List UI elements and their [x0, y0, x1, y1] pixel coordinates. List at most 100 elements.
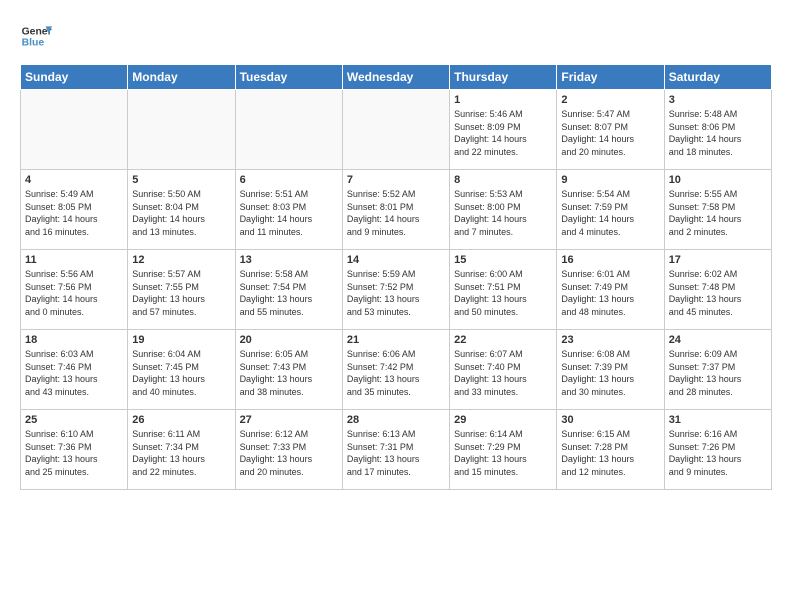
day-number: 3	[669, 94, 767, 106]
day-info: Sunrise: 5:47 AM Sunset: 8:07 PM Dayligh…	[561, 108, 659, 158]
day-info: Sunrise: 6:02 AM Sunset: 7:48 PM Dayligh…	[669, 268, 767, 318]
day-number: 16	[561, 254, 659, 266]
day-number: 7	[347, 174, 445, 186]
day-info: Sunrise: 6:06 AM Sunset: 7:42 PM Dayligh…	[347, 348, 445, 398]
calendar-cell: 18Sunrise: 6:03 AM Sunset: 7:46 PM Dayli…	[21, 330, 128, 410]
calendar-cell: 16 Sunrise: 6:01 AM Sunset: 7:49 PM Dayli…	[557, 250, 664, 330]
day-info: Sunrise: 6:04 AM Sunset: 7:45 PM Dayligh…	[132, 348, 230, 398]
day-number: 1	[454, 94, 552, 106]
day-info: Sunrise: 6:05 AM Sunset: 7:43 PM Dayligh…	[240, 348, 338, 398]
day-number: 30	[561, 414, 659, 426]
day-info: Sunrise: 5:57 AM Sunset: 7:55 PM Dayligh…	[132, 268, 230, 318]
day-number: 11	[25, 254, 123, 266]
day-number: 6	[240, 174, 338, 186]
day-info: Sunrise: 5:46 AM Sunset: 8:09 PM Dayligh…	[454, 108, 552, 158]
day-number: 14	[347, 254, 445, 266]
day-number: 9	[561, 174, 659, 186]
calendar-cell	[21, 90, 128, 170]
day-number: 19	[132, 334, 230, 346]
calendar-cell: 1 Sunrise: 5:46 AM Sunset: 8:09 PM Daylig…	[450, 90, 557, 170]
calendar-cell: 5 Sunrise: 5:50 AM Sunset: 8:04 PM Daylig…	[128, 170, 235, 250]
calendar-cell: 24Sunrise: 6:09 AM Sunset: 7:37 PM Dayli…	[664, 330, 771, 410]
day-info: Sunrise: 5:59 AM Sunset: 7:52 PM Dayligh…	[347, 268, 445, 318]
calendar-cell: 20 Sunrise: 6:05 AM Sunset: 7:43 PM Dayli…	[235, 330, 342, 410]
day-number: 12	[132, 254, 230, 266]
day-number: 31	[669, 414, 767, 426]
calendar-cell: 19 Sunrise: 6:04 AM Sunset: 7:45 PM Dayli…	[128, 330, 235, 410]
calendar-cell	[342, 90, 449, 170]
calendar-cell: 26 Sunrise: 6:11 AM Sunset: 7:34 PM Dayli…	[128, 410, 235, 490]
day-number: 23	[561, 334, 659, 346]
logo-icon: General Blue	[20, 20, 52, 52]
calendar-header-friday: Friday	[557, 65, 664, 90]
calendar-week-1: 1 Sunrise: 5:46 AM Sunset: 8:09 PM Daylig…	[21, 90, 772, 170]
calendar-table: SundayMondayTuesdayWednesdayThursdayFrid…	[20, 64, 772, 490]
day-info: Sunrise: 5:49 AM Sunset: 8:05 PM Dayligh…	[25, 188, 123, 238]
day-number: 21	[347, 334, 445, 346]
day-number: 22	[454, 334, 552, 346]
day-info: Sunrise: 6:08 AM Sunset: 7:39 PM Dayligh…	[561, 348, 659, 398]
day-info: Sunrise: 6:11 AM Sunset: 7:34 PM Dayligh…	[132, 428, 230, 478]
day-info: Sunrise: 5:51 AM Sunset: 8:03 PM Dayligh…	[240, 188, 338, 238]
day-number: 5	[132, 174, 230, 186]
calendar-cell: 12 Sunrise: 5:57 AM Sunset: 7:55 PM Dayli…	[128, 250, 235, 330]
calendar-cell: 29Sunrise: 6:14 AM Sunset: 7:29 PM Dayli…	[450, 410, 557, 490]
day-number: 28	[347, 414, 445, 426]
calendar-cell: 23 Sunrise: 6:08 AM Sunset: 7:39 PM Dayli…	[557, 330, 664, 410]
calendar-header-tuesday: Tuesday	[235, 65, 342, 90]
day-info: Sunrise: 6:15 AM Sunset: 7:28 PM Dayligh…	[561, 428, 659, 478]
day-number: 17	[669, 254, 767, 266]
calendar-week-3: 11 Sunrise: 5:56 AM Sunset: 7:56 PM Dayli…	[21, 250, 772, 330]
calendar-header-monday: Monday	[128, 65, 235, 90]
calendar-cell	[128, 90, 235, 170]
day-number: 29	[454, 414, 552, 426]
calendar-cell: 30 Sunrise: 6:15 AM Sunset: 7:28 PM Dayli…	[557, 410, 664, 490]
calendar-cell: 13 Sunrise: 5:58 AM Sunset: 7:54 PM Dayli…	[235, 250, 342, 330]
day-info: Sunrise: 5:48 AM Sunset: 8:06 PM Dayligh…	[669, 108, 767, 158]
calendar-week-4: 18Sunrise: 6:03 AM Sunset: 7:46 PM Dayli…	[21, 330, 772, 410]
day-number: 10	[669, 174, 767, 186]
day-number: 27	[240, 414, 338, 426]
calendar-week-2: 4 Sunrise: 5:49 AM Sunset: 8:05 PM Daylig…	[21, 170, 772, 250]
day-number: 13	[240, 254, 338, 266]
day-info: Sunrise: 6:13 AM Sunset: 7:31 PM Dayligh…	[347, 428, 445, 478]
day-info: Sunrise: 5:58 AM Sunset: 7:54 PM Dayligh…	[240, 268, 338, 318]
day-info: Sunrise: 6:01 AM Sunset: 7:49 PM Dayligh…	[561, 268, 659, 318]
day-info: Sunrise: 5:52 AM Sunset: 8:01 PM Dayligh…	[347, 188, 445, 238]
calendar-cell: 7 Sunrise: 5:52 AM Sunset: 8:01 PM Daylig…	[342, 170, 449, 250]
page-header: General Blue	[20, 20, 772, 52]
day-info: Sunrise: 6:00 AM Sunset: 7:51 PM Dayligh…	[454, 268, 552, 318]
day-info: Sunrise: 5:50 AM Sunset: 8:04 PM Dayligh…	[132, 188, 230, 238]
calendar-cell: 31Sunrise: 6:16 AM Sunset: 7:26 PM Dayli…	[664, 410, 771, 490]
calendar-cell: 3 Sunrise: 5:48 AM Sunset: 8:06 PM Daylig…	[664, 90, 771, 170]
day-number: 4	[25, 174, 123, 186]
day-number: 8	[454, 174, 552, 186]
calendar-cell: 15 Sunrise: 6:00 AM Sunset: 7:51 PM Dayli…	[450, 250, 557, 330]
day-number: 24	[669, 334, 767, 346]
calendar-week-5: 25Sunrise: 6:10 AM Sunset: 7:36 PM Dayli…	[21, 410, 772, 490]
page-container: General Blue SundayMondayTuesdayWednesda…	[0, 0, 792, 500]
calendar-cell: 2Sunrise: 5:47 AM Sunset: 8:07 PM Daylig…	[557, 90, 664, 170]
day-info: Sunrise: 5:55 AM Sunset: 7:58 PM Dayligh…	[669, 188, 767, 238]
day-info: Sunrise: 5:56 AM Sunset: 7:56 PM Dayligh…	[25, 268, 123, 318]
calendar-cell: 27Sunrise: 6:12 AM Sunset: 7:33 PM Dayli…	[235, 410, 342, 490]
calendar-cell	[235, 90, 342, 170]
day-number: 25	[25, 414, 123, 426]
day-number: 26	[132, 414, 230, 426]
calendar-cell: 17 Sunrise: 6:02 AM Sunset: 7:48 PM Dayli…	[664, 250, 771, 330]
calendar-cell: 10 Sunrise: 5:55 AM Sunset: 7:58 PM Dayli…	[664, 170, 771, 250]
calendar-cell: 4 Sunrise: 5:49 AM Sunset: 8:05 PM Daylig…	[21, 170, 128, 250]
day-info: Sunrise: 5:54 AM Sunset: 7:59 PM Dayligh…	[561, 188, 659, 238]
calendar-cell: 22 Sunrise: 6:07 AM Sunset: 7:40 PM Dayli…	[450, 330, 557, 410]
day-number: 15	[454, 254, 552, 266]
calendar-cell: 21 Sunrise: 6:06 AM Sunset: 7:42 PM Dayli…	[342, 330, 449, 410]
calendar-header-row: SundayMondayTuesdayWednesdayThursdayFrid…	[21, 65, 772, 90]
calendar-cell: 14 Sunrise: 5:59 AM Sunset: 7:52 PM Dayli…	[342, 250, 449, 330]
day-number: 20	[240, 334, 338, 346]
day-info: Sunrise: 6:03 AM Sunset: 7:46 PM Dayligh…	[25, 348, 123, 398]
calendar-cell: 25Sunrise: 6:10 AM Sunset: 7:36 PM Dayli…	[21, 410, 128, 490]
day-info: Sunrise: 6:07 AM Sunset: 7:40 PM Dayligh…	[454, 348, 552, 398]
calendar-header-saturday: Saturday	[664, 65, 771, 90]
calendar-cell: 8 Sunrise: 5:53 AM Sunset: 8:00 PM Daylig…	[450, 170, 557, 250]
day-info: Sunrise: 5:53 AM Sunset: 8:00 PM Dayligh…	[454, 188, 552, 238]
